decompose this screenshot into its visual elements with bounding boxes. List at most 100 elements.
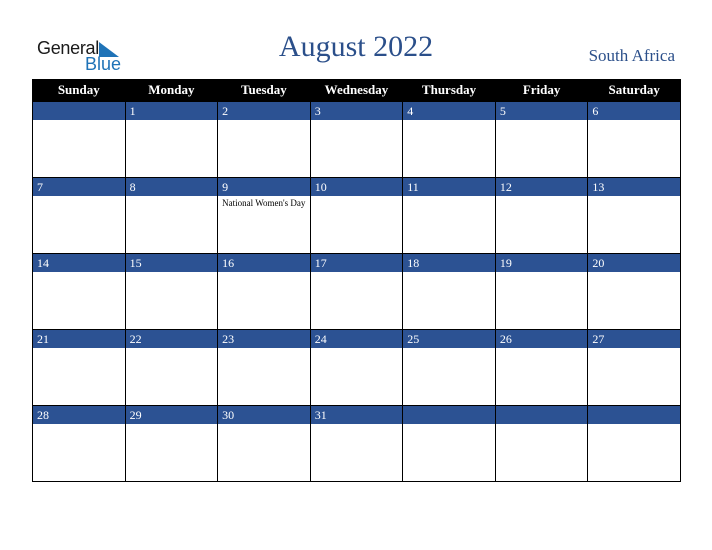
day-cell[interactable]: 2	[217, 101, 311, 178]
day-number: 21	[33, 330, 125, 348]
day-number: 22	[125, 330, 218, 348]
day-number: 29	[125, 406, 218, 424]
day-cell[interactable]: 26	[494, 329, 589, 406]
day-cell[interactable]: 30	[217, 405, 311, 482]
day-number: 18	[403, 254, 495, 272]
day-cell[interactable]	[587, 405, 681, 482]
day-cell[interactable]: 3	[309, 101, 404, 178]
holiday-label	[33, 196, 125, 200]
holiday-label	[588, 424, 680, 428]
day-cell[interactable]: 23	[217, 329, 311, 406]
week-row: 7 8 9 National Women's Day 10 11 12 13	[32, 177, 681, 254]
day-number: 30	[218, 406, 310, 424]
day-cell[interactable]: 10	[309, 177, 404, 254]
day-cell[interactable]: 27	[587, 329, 681, 406]
day-number: 27	[588, 330, 680, 348]
day-number: 16	[218, 254, 310, 272]
day-cell[interactable]: 13	[587, 177, 681, 254]
holiday-label	[33, 424, 125, 428]
day-cell[interactable]: 29	[124, 405, 219, 482]
day-number: 13	[588, 178, 680, 196]
holiday-label	[218, 348, 310, 352]
day-number: 2	[218, 102, 310, 120]
day-cell[interactable]: 19	[494, 253, 589, 330]
day-cell[interactable]: 16	[217, 253, 311, 330]
country-label: South Africa	[588, 46, 675, 65]
day-cell[interactable]: 11	[402, 177, 496, 254]
day-cell[interactable]: 22	[124, 329, 219, 406]
weekday-header-thursday: Thursday	[402, 79, 496, 102]
day-cell[interactable]: 8	[124, 177, 219, 254]
holiday-label	[33, 348, 125, 352]
day-number	[588, 406, 680, 424]
week-row: 123456	[32, 101, 681, 178]
day-number: 25	[403, 330, 495, 348]
day-cell[interactable]: 1	[124, 101, 219, 178]
day-cell[interactable]: 7	[32, 177, 126, 254]
weekday-header-row: Sunday Monday Tuesday Wednesday Thursday Frid…	[32, 79, 681, 102]
holiday-label	[588, 196, 680, 200]
day-number: 5	[495, 102, 588, 120]
day-number	[495, 406, 588, 424]
holiday-label	[588, 348, 680, 352]
day-number	[403, 406, 495, 424]
day-cell[interactable]: 24	[309, 329, 404, 406]
holiday-label	[218, 120, 310, 124]
day-number: 19	[495, 254, 588, 272]
holiday-label	[311, 120, 403, 124]
day-cell[interactable]: 21	[32, 329, 126, 406]
holiday-label	[218, 272, 310, 276]
weekday-header-saturday: Saturday	[587, 79, 681, 102]
day-number: 26	[495, 330, 588, 348]
holiday-label	[496, 424, 588, 428]
day-cell[interactable]: 6	[587, 101, 681, 178]
day-number: 23	[218, 330, 310, 348]
day-cell[interactable]: 14	[32, 253, 126, 330]
day-cell[interactable]: 9 National Women's Day	[217, 177, 311, 254]
day-number: 6	[588, 102, 680, 120]
holiday-label	[311, 424, 403, 428]
day-cell[interactable]: 4	[402, 101, 496, 178]
day-number: 14	[33, 254, 125, 272]
day-number: 12	[495, 178, 588, 196]
weekday-header-friday: Friday	[494, 79, 589, 102]
holiday-label	[311, 272, 403, 276]
calendar-grid: Sunday Monday Tuesday Wednesday Thursday Frid…	[32, 79, 681, 482]
holiday-label	[403, 424, 495, 428]
day-number: 20	[588, 254, 680, 272]
day-number: 7	[33, 178, 125, 196]
holiday-label	[126, 196, 218, 200]
holiday-label	[496, 196, 588, 200]
day-cell[interactable]: 25	[402, 329, 496, 406]
day-cell[interactable]: 15	[124, 253, 219, 330]
day-cell[interactable]: 18	[402, 253, 496, 330]
day-number	[33, 102, 125, 120]
holiday-label	[403, 120, 495, 124]
holiday-label	[403, 196, 495, 200]
day-cell[interactable]: 17	[309, 253, 404, 330]
holiday-label	[218, 424, 310, 428]
day-number: 10	[310, 178, 403, 196]
day-number: 1	[125, 102, 218, 120]
holiday-label	[126, 424, 218, 428]
day-cell[interactable]: 31	[309, 405, 404, 482]
weekday-header-sunday: Sunday	[32, 79, 126, 102]
day-cell[interactable]: 20	[587, 253, 681, 330]
day-cell[interactable]	[402, 405, 496, 482]
holiday-label	[496, 120, 588, 124]
holiday-label	[126, 348, 218, 352]
holiday-label	[496, 272, 588, 276]
week-row: 28 29 30 31	[32, 405, 681, 482]
day-cell[interactable]: 28	[32, 405, 126, 482]
day-number: 15	[125, 254, 218, 272]
holiday-label	[496, 348, 588, 352]
day-number: 8	[125, 178, 218, 196]
day-cell[interactable]	[32, 101, 126, 178]
day-cell[interactable]: 5	[494, 101, 589, 178]
holiday-label	[588, 272, 680, 276]
day-number: 11	[403, 178, 495, 196]
day-cell[interactable]	[494, 405, 589, 482]
holiday-label: National Women's Day	[222, 198, 306, 208]
day-cell[interactable]: 12	[494, 177, 589, 254]
holiday-label	[588, 120, 680, 124]
